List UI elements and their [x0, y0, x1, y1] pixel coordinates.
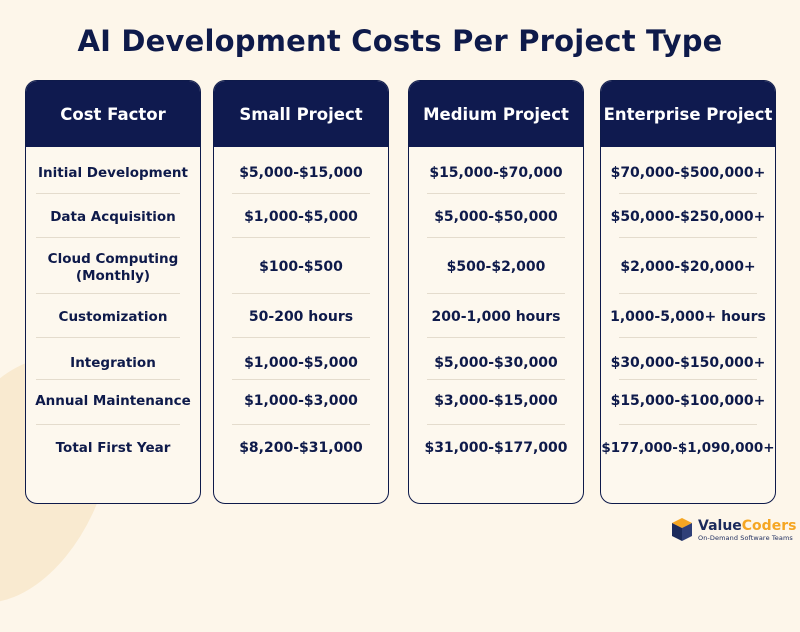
table-cell: $5,000-$50,000 [434, 208, 558, 225]
row-divider [36, 237, 180, 238]
table-cell: $70,000-$500,000+ [610, 164, 766, 181]
row-divider [619, 193, 757, 194]
column-header: Medium Project [409, 81, 583, 147]
row-divider [619, 293, 757, 294]
page-title: AI Development Costs Per Project Type [77, 24, 723, 58]
table-cell: $15,000-$100,000+ [610, 392, 766, 409]
table-cell: $177,000-$1,090,000+ [601, 439, 775, 456]
column-header: Small Project [214, 81, 388, 147]
table-cell: $5,000-$15,000 [239, 164, 363, 181]
row-divider [36, 379, 180, 380]
table-cell: $1,000-$3,000 [244, 392, 358, 409]
table-cell: $15,000-$70,000 [429, 164, 563, 181]
row-divider [427, 424, 565, 425]
row-divider [232, 193, 370, 194]
row-divider [232, 237, 370, 238]
column-medium-project: Medium Project $15,000-$70,000 $5,000-$5… [408, 80, 584, 504]
row-divider [36, 193, 180, 194]
logo-tagline: On-Demand Software Teams [698, 533, 793, 542]
column-header: Enterprise Project [601, 81, 775, 147]
column-small-project: Small Project $5,000-$15,000 $1,000-$5,0… [213, 80, 389, 504]
row-divider [619, 337, 757, 338]
row-divider [427, 379, 565, 380]
row-label: Integration [70, 354, 156, 371]
row-divider [619, 237, 757, 238]
row-divider [427, 237, 565, 238]
row-divider [619, 424, 757, 425]
row-label: Initial Development [38, 164, 188, 181]
table-cell: 200-1,000 hours [431, 308, 561, 325]
row-divider [232, 337, 370, 338]
row-divider [36, 293, 180, 294]
table-cell: $30,000-$150,000+ [610, 354, 766, 371]
row-label: Customization [58, 308, 168, 325]
row-divider [232, 293, 370, 294]
row-label: Data Acquisition [50, 208, 176, 225]
logo-name: ValueCoders [698, 517, 797, 534]
row-label: Cloud Computing (Monthly) [47, 251, 179, 284]
table-cell: $500-$2,000 [446, 258, 546, 275]
valuecoders-logo-icon [672, 518, 692, 541]
table-cell: $2,000-$20,000+ [620, 258, 756, 275]
row-divider [427, 293, 565, 294]
column-enterprise-project: Enterprise Project $70,000-$500,000+ $50… [600, 80, 776, 504]
column-header: Cost Factor [26, 81, 200, 147]
table-cell: $3,000-$15,000 [434, 392, 558, 409]
row-label: Total First Year [55, 439, 171, 456]
valuecoders-logo: ValueCoders On-Demand Software Teams [670, 517, 796, 543]
row-divider [232, 424, 370, 425]
column-cost-factor: Cost Factor Initial Development Data Acq… [25, 80, 201, 504]
table-cell: $1,000-$5,000 [244, 354, 358, 371]
row-divider [427, 337, 565, 338]
table-cell: $50,000-$250,000+ [610, 208, 766, 225]
row-divider [619, 379, 757, 380]
table-cell: $8,200-$31,000 [239, 439, 363, 456]
row-divider [36, 424, 180, 425]
table-cell: $100-$500 [259, 258, 343, 275]
row-divider [427, 193, 565, 194]
table-cell: $5,000-$30,000 [434, 354, 558, 371]
table-cell: 1,000-5,000+ hours [610, 308, 766, 325]
table-cell: $31,000-$177,000 [424, 439, 568, 456]
row-divider [232, 379, 370, 380]
row-divider [36, 337, 180, 338]
table-cell: 50-200 hours [248, 308, 354, 325]
table-cell: $1,000-$5,000 [244, 208, 358, 225]
row-label: Annual Maintenance [35, 392, 191, 409]
